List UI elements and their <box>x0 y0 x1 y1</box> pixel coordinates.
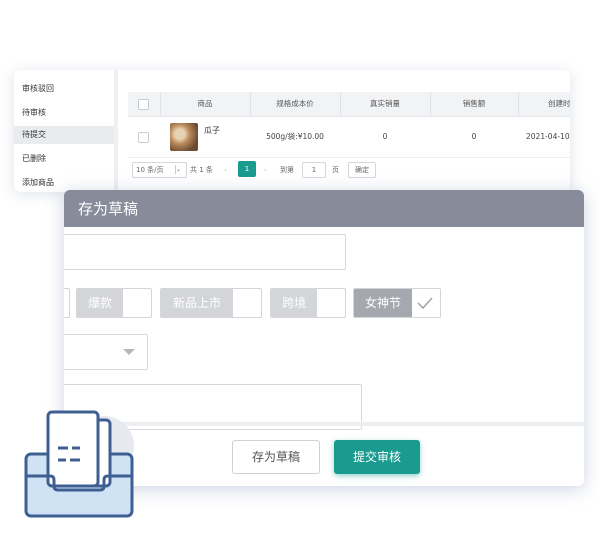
goto-page-input[interactable]: 1 <box>302 162 326 178</box>
table-row[interactable]: 瓜子 500g/袋:¥10.00 0 0 2021-04-10 <box>128 117 570 158</box>
goto-label: 到第 <box>280 166 294 174</box>
product-thumbnail <box>170 123 198 151</box>
column-header-real-sales: 真实销量 <box>370 99 400 108</box>
tag-goddess-day-label: 女神节 <box>354 289 412 317</box>
product-name-field[interactable] <box>64 234 346 270</box>
table-header: 商品 规格成本价 真实销量 销售额 创建时间 <box>128 92 570 117</box>
page-size-value: 10 条/页 <box>136 166 164 174</box>
chevron-down-icon: ⌄ <box>175 165 184 174</box>
total-count: 共 1 条 <box>190 166 213 174</box>
page-unit: 页 <box>332 166 339 174</box>
column-header-spec-price: 规格成本价 <box>276 99 314 108</box>
tag-new-arrival-label: 新品上市 <box>161 289 233 317</box>
sidebar-item-partial <box>14 70 114 76</box>
sidebar-item-deleted[interactable]: 已删除 <box>14 150 114 168</box>
tag-hot[interactable]: 爆款 <box>76 288 152 318</box>
tag-hot-label: 爆款 <box>77 289 123 317</box>
next-page-button[interactable]: › <box>264 162 267 178</box>
select-all-checkbox[interactable] <box>138 99 149 110</box>
tag-cross-border[interactable]: 跨境 <box>270 288 346 318</box>
column-header-sales-amount: 销售额 <box>462 99 486 108</box>
row-checkbox[interactable] <box>138 132 149 143</box>
save-draft-button[interactable]: 存为草稿 <box>232 440 320 474</box>
sidebar-item-rejected[interactable]: 审核驳回 <box>14 80 114 98</box>
tag-new-arrival[interactable]: 新品上市 <box>160 288 262 318</box>
column-header-created: 创建时间 <box>548 99 570 108</box>
page-size-select[interactable]: 10 条/页 ⌄ <box>132 162 187 178</box>
sidebar-item-pending-review[interactable]: 待审核 <box>14 104 114 122</box>
sidebar-item-pending-submit[interactable]: 待提交 <box>14 126 114 144</box>
submit-review-button[interactable]: 提交审核 <box>334 440 420 474</box>
tag-partial[interactable] <box>64 288 70 318</box>
cell-spec-price: 500g/袋:¥10.00 <box>266 132 324 141</box>
status-sidebar: 审核驳回 待审核 待提交 已删除 添加商品 <box>14 70 114 192</box>
tag-cross-border-label: 跨境 <box>271 289 317 317</box>
save-draft-dialog: 存为草稿 爆款 新品上市 跨境 女神节 存为草稿 提交审核 <box>64 190 584 486</box>
pagination: 10 条/页 ⌄ 共 1 条 ‹ 1 › 到第 1 页 确定 <box>132 160 570 180</box>
tag-goddess-day[interactable]: 女神节 <box>353 288 441 318</box>
check-icon <box>417 297 433 310</box>
dialog-title: 存为草稿 <box>64 190 584 227</box>
document-tray-icon <box>24 410 134 518</box>
sidebar-divider <box>114 70 118 192</box>
cell-real-sales: 0 <box>382 132 388 141</box>
goto-confirm-button[interactable]: 确定 <box>348 162 376 178</box>
product-list-card: 审核驳回 待审核 待提交 已删除 添加商品 商品 规格成本价 真实销量 销售额 … <box>14 70 570 192</box>
cell-sales-amount: 0 <box>471 132 477 141</box>
column-header-product: 商品 <box>197 99 213 108</box>
product-name: 瓜子 <box>204 126 220 135</box>
caret-down-icon <box>123 349 135 355</box>
cell-created: 2021-04-10 <box>526 132 570 141</box>
dialog-footer-divider <box>64 422 584 426</box>
category-select[interactable] <box>64 334 148 370</box>
current-page[interactable]: 1 <box>238 161 256 177</box>
prev-page-button[interactable]: ‹ <box>224 162 227 178</box>
